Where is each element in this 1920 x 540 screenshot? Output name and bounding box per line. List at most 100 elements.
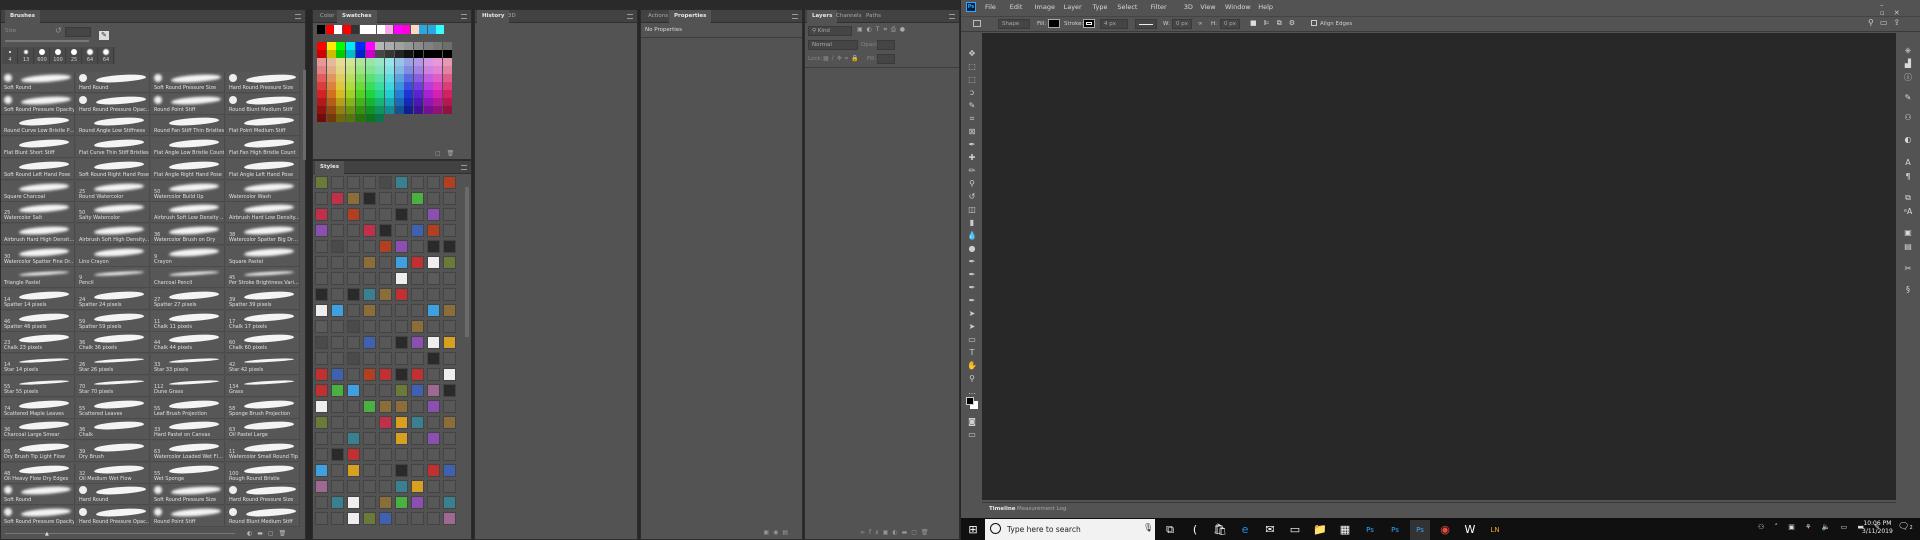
color-swatch[interactable] bbox=[375, 50, 385, 58]
style-preset[interactable] bbox=[363, 224, 376, 237]
brush-preset[interactable]: 13 bbox=[18, 47, 34, 64]
style-preset[interactable] bbox=[443, 288, 456, 301]
brush-preset-item[interactable]: 59 Spatter 59 pixels bbox=[76, 310, 150, 332]
brush-preset[interactable]: 600 bbox=[34, 47, 50, 64]
panel-menu-icon[interactable] bbox=[295, 14, 301, 19]
style-preset[interactable] bbox=[411, 224, 424, 237]
color-swatch[interactable] bbox=[433, 98, 443, 106]
style-preset[interactable] bbox=[363, 272, 376, 285]
style-preset[interactable] bbox=[443, 464, 456, 477]
brush-preset-item[interactable]: Soft Round Right Hand Pose bbox=[76, 158, 150, 180]
color-swatch[interactable] bbox=[317, 42, 326, 50]
style-preset[interactable] bbox=[315, 352, 328, 365]
style-preset[interactable] bbox=[395, 512, 408, 525]
pen-4-tool-icon[interactable]: ✒ bbox=[966, 295, 978, 306]
windows-start-icon[interactable]: ⊞ bbox=[963, 520, 983, 540]
style-preset[interactable] bbox=[411, 416, 424, 429]
color-swatch[interactable] bbox=[423, 50, 433, 58]
pen-tool-icon[interactable]: ✒ bbox=[966, 256, 978, 267]
color-swatch[interactable] bbox=[433, 106, 443, 114]
color-swatch[interactable] bbox=[384, 66, 394, 74]
color-swatch[interactable] bbox=[443, 74, 453, 82]
style-preset[interactable] bbox=[315, 288, 328, 301]
color-swatch[interactable] bbox=[433, 66, 443, 74]
recent-swatch[interactable] bbox=[385, 25, 393, 34]
style-preset[interactable] bbox=[379, 416, 392, 429]
style-preset[interactable] bbox=[347, 464, 360, 477]
slider-thumb[interactable]: ▲ bbox=[45, 531, 49, 537]
brush-preset-item[interactable]: Charcoal Pencil bbox=[151, 267, 225, 289]
brush-preset-item[interactable]: 112 Dune Grass bbox=[151, 375, 225, 397]
color-swatch[interactable] bbox=[346, 98, 356, 106]
brush-preset-item[interactable]: 25 Round Watercolor bbox=[76, 180, 150, 202]
color-swatch[interactable] bbox=[443, 98, 453, 106]
style-preset[interactable] bbox=[411, 384, 424, 397]
style-preset[interactable] bbox=[427, 256, 440, 269]
style-preset[interactable] bbox=[443, 272, 456, 285]
more-tool-icon[interactable]: … bbox=[966, 386, 978, 397]
brush-preset-item[interactable]: 33 Star 33 pixels bbox=[151, 354, 225, 376]
brush-tool-icon[interactable]: ✏ bbox=[966, 165, 978, 176]
tab-styles[interactable]: Styles bbox=[315, 161, 345, 174]
style-preset[interactable] bbox=[427, 512, 440, 525]
color-swatch[interactable] bbox=[355, 98, 365, 106]
menu-3d[interactable]: 3D bbox=[1184, 3, 1193, 11]
style-preset[interactable] bbox=[331, 240, 344, 253]
color-swatch[interactable] bbox=[375, 98, 385, 106]
color-swatch[interactable] bbox=[326, 50, 336, 58]
fill-color-swatch[interactable] bbox=[1048, 19, 1060, 28]
calculator-taskbar-icon[interactable]: ▦ bbox=[1335, 520, 1355, 540]
style-preset[interactable] bbox=[379, 304, 392, 317]
style-preset[interactable] bbox=[379, 480, 392, 493]
color-swatch[interactable] bbox=[365, 90, 375, 98]
style-preset[interactable] bbox=[315, 384, 328, 397]
brush-preset-item[interactable]: Soft Round bbox=[1, 72, 75, 93]
style-preset[interactable] bbox=[411, 256, 424, 269]
style-preset[interactable] bbox=[427, 288, 440, 301]
color-swatch[interactable] bbox=[443, 42, 453, 50]
style-preset[interactable] bbox=[427, 368, 440, 381]
style-preset[interactable] bbox=[395, 400, 408, 413]
reset-size-icon[interactable]: ↺ bbox=[55, 26, 62, 35]
style-preset[interactable] bbox=[443, 384, 456, 397]
style-preset[interactable] bbox=[395, 448, 408, 461]
style-preset[interactable] bbox=[443, 176, 456, 189]
recent-swatch[interactable] bbox=[325, 25, 334, 34]
color-swatch[interactable] bbox=[317, 114, 326, 122]
search-icon[interactable]: ⚲ bbox=[1868, 18, 1880, 27]
color-swatch[interactable] bbox=[346, 58, 356, 66]
style-preset[interactable] bbox=[331, 384, 344, 397]
color-swatch[interactable] bbox=[433, 42, 443, 50]
recent-swatch[interactable] bbox=[368, 25, 376, 34]
color-swatch[interactable] bbox=[433, 58, 443, 66]
brush-preset-item[interactable]: 9 Pencil bbox=[76, 267, 150, 289]
color-swatch[interactable] bbox=[414, 82, 423, 90]
brush-preset-item[interactable]: 66 Dry Brush Tip Light Flow bbox=[1, 440, 75, 462]
style-preset[interactable] bbox=[363, 480, 376, 493]
character-styles-icon[interactable]: ᵃA bbox=[1901, 207, 1915, 219]
style-preset[interactable] bbox=[443, 432, 456, 445]
recent-swatch[interactable] bbox=[419, 25, 427, 34]
style-preset[interactable] bbox=[363, 512, 376, 525]
style-preset[interactable] bbox=[443, 352, 456, 365]
style-preset[interactable] bbox=[331, 352, 344, 365]
brush-preset-item[interactable]: 14 Star 14 pixels bbox=[1, 354, 75, 376]
style-preset[interactable] bbox=[347, 432, 360, 445]
opacity-input[interactable] bbox=[877, 40, 895, 50]
notes-icon[interactable]: ▤ bbox=[1901, 242, 1915, 254]
style-preset[interactable] bbox=[427, 192, 440, 205]
style-preset[interactable] bbox=[379, 368, 392, 381]
style-preset[interactable] bbox=[347, 272, 360, 285]
color-swatch[interactable] bbox=[423, 106, 433, 114]
style-preset[interactable] bbox=[347, 400, 360, 413]
brush-preset-item[interactable]: Soft Round bbox=[1, 484, 75, 506]
style-preset[interactable] bbox=[347, 240, 360, 253]
color-swatch[interactable] bbox=[346, 74, 356, 82]
style-preset[interactable] bbox=[395, 176, 408, 189]
style-preset[interactable] bbox=[395, 432, 408, 445]
tab-3d[interactable]: 3D bbox=[503, 10, 521, 23]
style-preset[interactable] bbox=[379, 496, 392, 509]
brush-preset-item[interactable]: 11 Watercolor Small Round Tip bbox=[226, 440, 300, 462]
history-brush-tool-icon[interactable]: ↺ bbox=[966, 191, 978, 202]
stroke-color-swatch[interactable] bbox=[1083, 19, 1095, 28]
